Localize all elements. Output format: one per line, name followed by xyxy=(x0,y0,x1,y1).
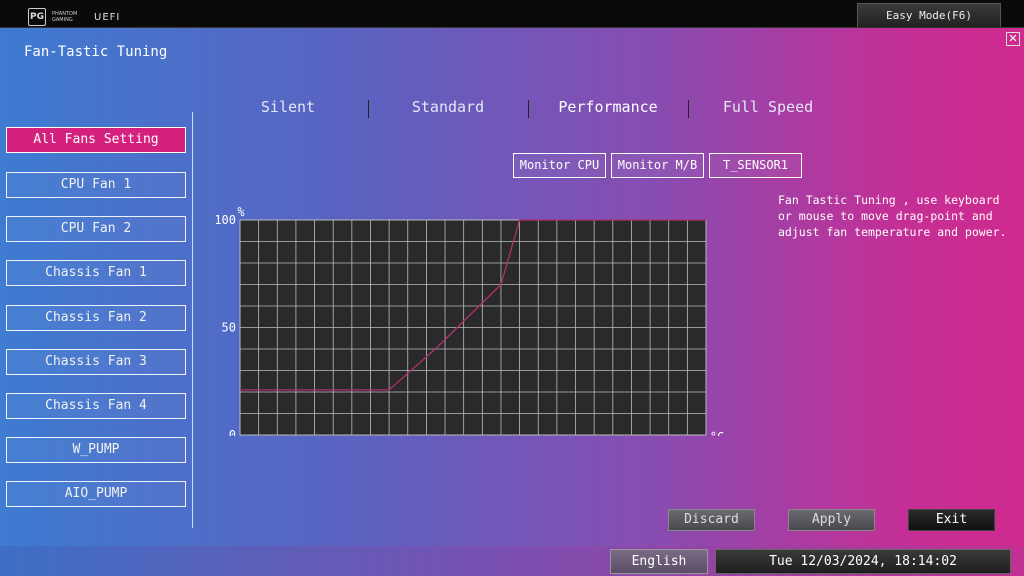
fan-chassis-fan-2-button[interactable]: Chassis Fan 2 xyxy=(6,305,186,331)
divider xyxy=(192,112,193,528)
apply-button[interactable]: Apply xyxy=(788,509,875,531)
main-panel: ✕ Fan-Tastic Tuning All Fans Setting CPU… xyxy=(0,28,1024,546)
y-tick-label: 100 xyxy=(214,213,236,227)
discard-button[interactable]: Discard xyxy=(668,509,755,531)
x-axis-label: °C xyxy=(710,430,724,436)
monitor-mb-button[interactable]: Monitor M/B xyxy=(611,153,704,178)
status-bar: English Tue 12/03/2024, 18:14:02 xyxy=(0,546,1024,576)
y-axis-label: % xyxy=(237,205,245,219)
tab-full-speed[interactable]: Full Speed xyxy=(688,96,848,118)
brand-name: PHANTOM GAMING xyxy=(52,11,82,23)
fan-chassis-fan-4-button[interactable]: Chassis Fan 4 xyxy=(6,393,186,419)
y-tick-label: 0 xyxy=(229,428,236,436)
monitor-cpu-button[interactable]: Monitor CPU xyxy=(513,153,606,178)
fan-w-pump-button[interactable]: W_PUMP xyxy=(6,437,186,463)
phantom-gaming-logo-icon: PG xyxy=(28,8,46,26)
t-sensor1-button[interactable]: T_SENSOR1 xyxy=(709,153,802,178)
fan-cpu-fan-1-button[interactable]: CPU Fan 1 xyxy=(6,172,186,198)
page-title: Fan-Tastic Tuning xyxy=(24,44,168,60)
exit-button[interactable]: Exit xyxy=(908,509,995,531)
y-tick-label: 50 xyxy=(222,321,236,335)
language-button[interactable]: English xyxy=(610,549,708,574)
tab-performance[interactable]: Performance xyxy=(528,96,688,118)
fan-curve-chart[interactable]: 0255075100125050100%°C xyxy=(208,176,738,436)
top-bar: PG PHANTOM GAMING UEFI Easy Mode(F6) xyxy=(0,0,1024,28)
easy-mode-button[interactable]: Easy Mode(F6) xyxy=(857,3,1001,27)
fan-chassis-fan-1-button[interactable]: Chassis Fan 1 xyxy=(6,260,186,286)
uefi-label: UEFI xyxy=(94,11,121,23)
fan-aio-pump-button[interactable]: AIO_PUMP xyxy=(6,481,186,507)
tab-silent[interactable]: Silent xyxy=(208,96,368,118)
profile-tabs: Silent Standard Performance Full Speed xyxy=(208,96,848,122)
close-icon[interactable]: ✕ xyxy=(1006,32,1020,46)
help-text: Fan Tastic Tuning , use keyboard or mous… xyxy=(778,193,1007,239)
brand-line-2: GAMING xyxy=(52,17,73,23)
fan-chassis-fan-3-button[interactable]: Chassis Fan 3 xyxy=(6,349,186,375)
fan-all-fans-setting-button[interactable]: All Fans Setting xyxy=(6,127,186,153)
brand-logo: PG PHANTOM GAMING UEFI xyxy=(28,8,120,26)
datetime-display: Tue 12/03/2024, 18:14:02 xyxy=(715,549,1011,574)
tab-standard[interactable]: Standard xyxy=(368,96,528,118)
fan-cpu-fan-2-button[interactable]: CPU Fan 2 xyxy=(6,216,186,242)
